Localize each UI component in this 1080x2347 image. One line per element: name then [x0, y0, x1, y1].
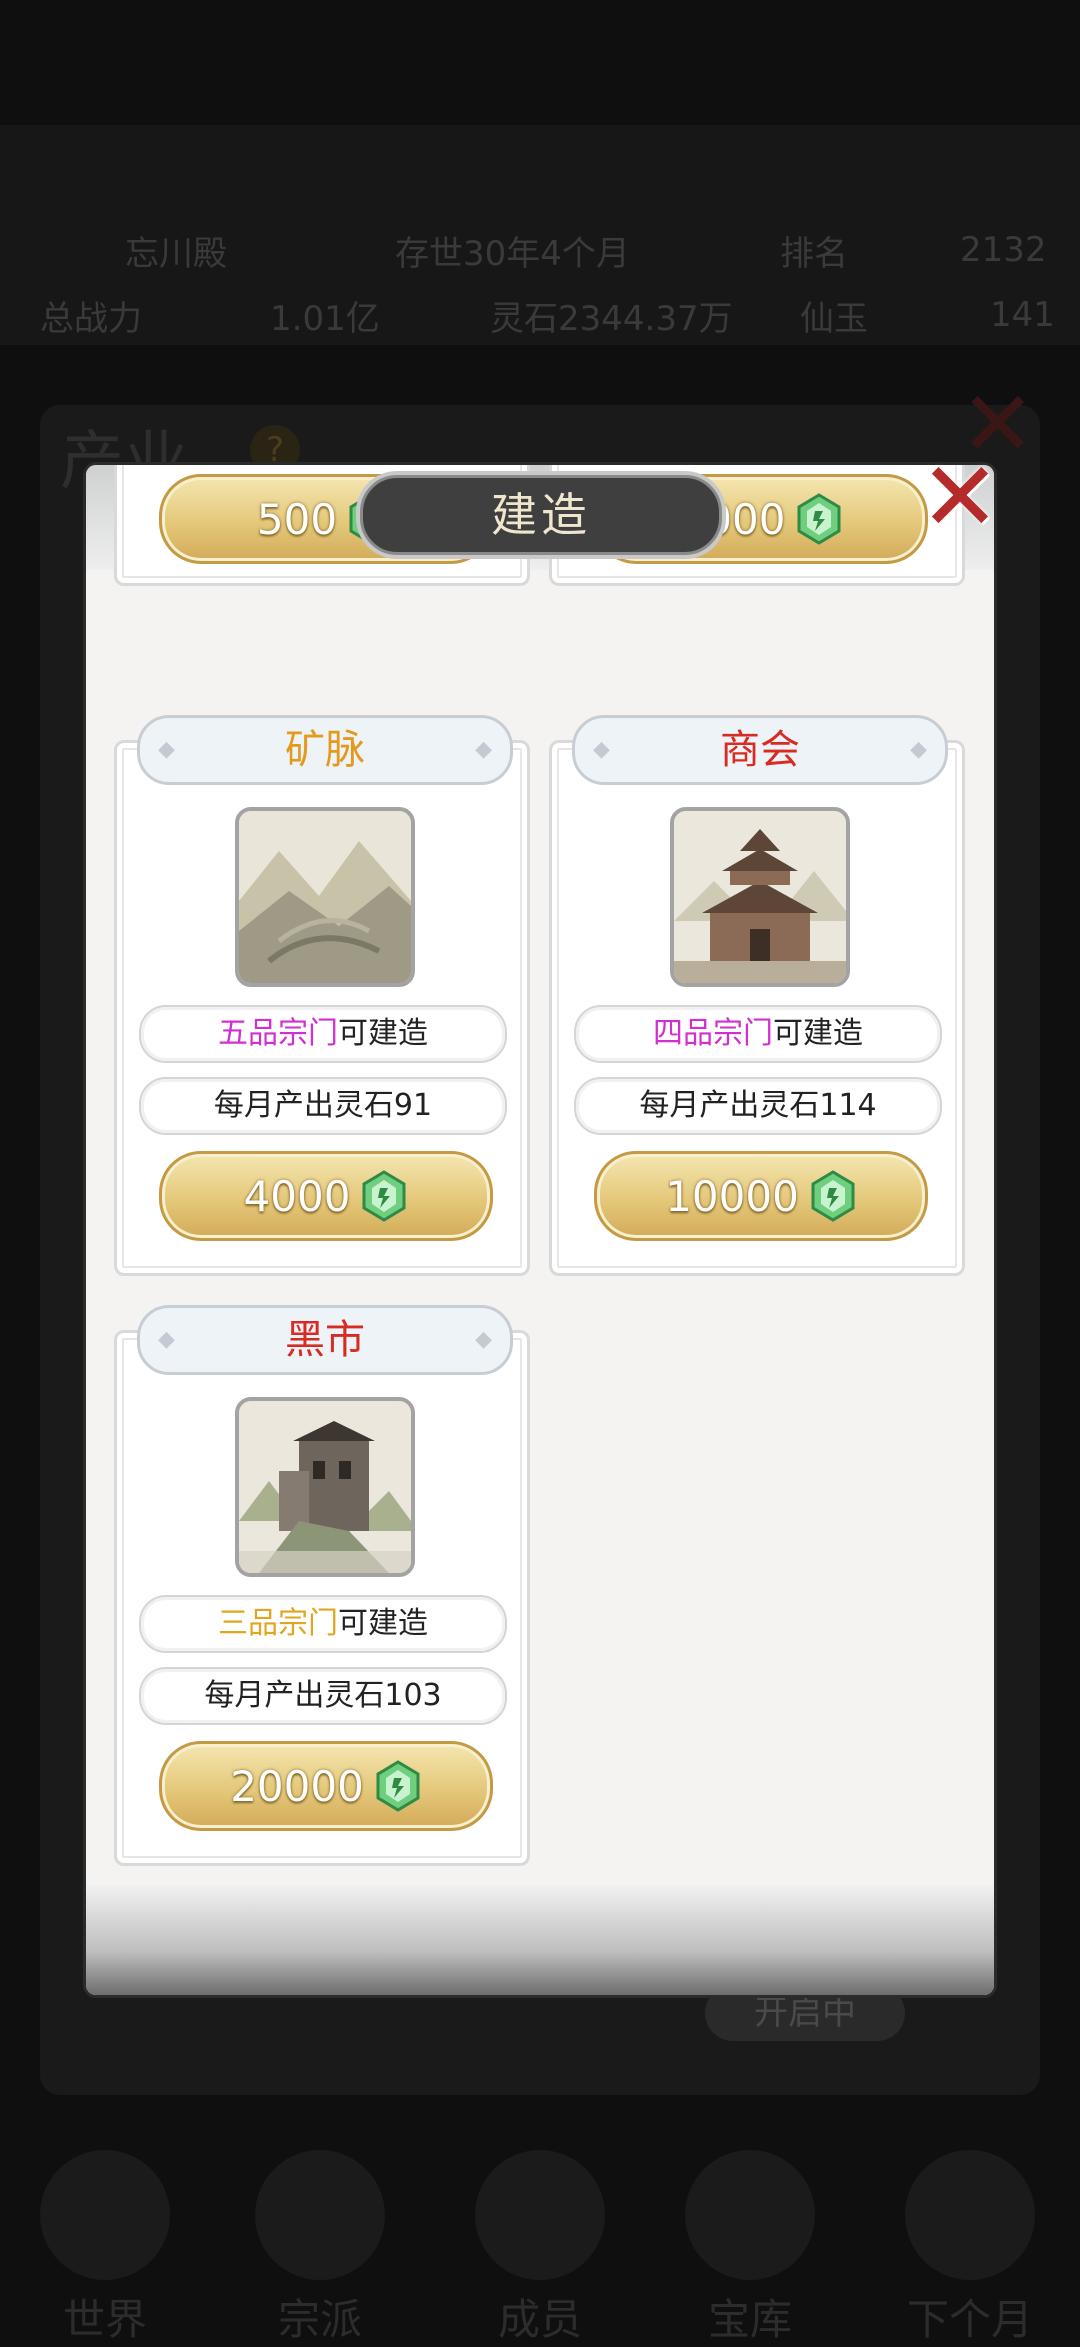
build-card-guild: 商会 四品宗门可建造 每月产出灵石114 10000	[549, 715, 965, 1276]
card-name: 矿脉	[285, 727, 365, 773]
card-title: 商会	[572, 715, 948, 785]
spirit-stone-total: 灵石2344.37万	[490, 298, 733, 339]
build-card-black-market: 黑市 三品宗门可建造 每月产出灵石103 20000	[114, 1305, 530, 1866]
spirit-stone-icon	[376, 1760, 420, 1812]
build-dialog: 500 2000 矿脉 五品宗门可建造 每月产出灵石91 4000 商会 四品宗…	[86, 465, 994, 1995]
nav-next-month: 下个月	[870, 2150, 1070, 2347]
nav-next-month-label: 下个月	[906, 2295, 1033, 2344]
rank-label: 排名	[780, 233, 848, 274]
card-name: 商会	[720, 727, 800, 773]
background-status-line-2: 总战力 1.01亿 灵石2344.37万 仙玉 141	[0, 280, 1080, 350]
spirit-stone-icon	[362, 1170, 406, 1222]
spirit-stone-icon	[797, 493, 841, 545]
cost-value: 4000	[243, 1171, 351, 1221]
requirement-pill: 三品宗门可建造	[139, 1595, 507, 1653]
requirement-pill: 四品宗门可建造	[574, 1005, 942, 1063]
power-value: 1.01亿	[270, 298, 380, 339]
grade-text: 三品宗门	[218, 1606, 338, 1641]
income-text: 每月产出灵石91	[213, 1088, 433, 1123]
income-pill: 每月产出灵石91	[139, 1077, 507, 1135]
grade-text: 五品宗门	[218, 1016, 338, 1051]
card-title: 黑市	[137, 1305, 513, 1375]
cost-value: 500	[256, 494, 338, 544]
background-status-line-1: 忘川殿 存世30年4个月 排名 2132	[0, 215, 1080, 285]
jade-value: 141	[990, 295, 1055, 335]
income-pill: 每月产出灵石103	[139, 1667, 507, 1725]
background-bottom-nav: 世界 宗派 成员 宝库 下个月	[0, 2150, 1080, 2344]
income-text: 每月产出灵石103	[204, 1678, 442, 1713]
mountain-mine-icon	[235, 807, 415, 987]
pagoda-hall-icon	[670, 807, 850, 987]
requirement-suffix: 可建造	[338, 1016, 428, 1051]
cliff-fortress-icon	[235, 1397, 415, 1577]
nav-treasury-label: 宝库	[707, 2295, 792, 2344]
nav-treasury: 宝库	[650, 2150, 850, 2347]
build-card-mine: 矿脉 五品宗门可建造 每月产出灵石91 4000	[114, 715, 530, 1276]
nav-members: 成员	[440, 2150, 640, 2347]
build-black-market-button[interactable]: 20000	[159, 1741, 493, 1831]
requirement-suffix: 可建造	[338, 1606, 428, 1641]
card-title: 矿脉	[137, 715, 513, 785]
income-text: 每月产出灵石114	[639, 1088, 877, 1123]
nav-world: 世界	[5, 2150, 205, 2347]
rank-value: 2132	[960, 230, 1047, 270]
cost-value: 20000	[230, 1761, 364, 1811]
sect-age: 存世30年4个月	[395, 233, 630, 274]
nav-sect-label: 宗派	[277, 2295, 362, 2344]
income-pill: 每月产出灵石114	[574, 1077, 942, 1135]
grade-text: 四品宗门	[653, 1016, 773, 1051]
sect-name: 忘川殿	[125, 233, 227, 274]
close-x-icon[interactable]: ✕	[915, 449, 1005, 545]
nav-world-label: 世界	[62, 2295, 147, 2344]
power-label: 总战力	[40, 298, 142, 339]
build-guild-button[interactable]: 10000	[594, 1151, 928, 1241]
jade-label: 仙玉	[800, 298, 868, 339]
cost-value: 10000	[665, 1171, 799, 1221]
nav-members-label: 成员	[497, 2295, 582, 2344]
card-name: 黑市	[285, 1317, 365, 1363]
dialog-footer-mist	[86, 1885, 994, 1995]
requirement-pill: 五品宗门可建造	[139, 1005, 507, 1063]
requirement-suffix: 可建造	[773, 1016, 863, 1051]
nav-sect: 宗派	[220, 2150, 420, 2347]
spirit-stone-icon	[811, 1170, 855, 1222]
build-mine-button[interactable]: 4000	[159, 1151, 493, 1241]
dialog-title: 建造	[360, 475, 722, 555]
